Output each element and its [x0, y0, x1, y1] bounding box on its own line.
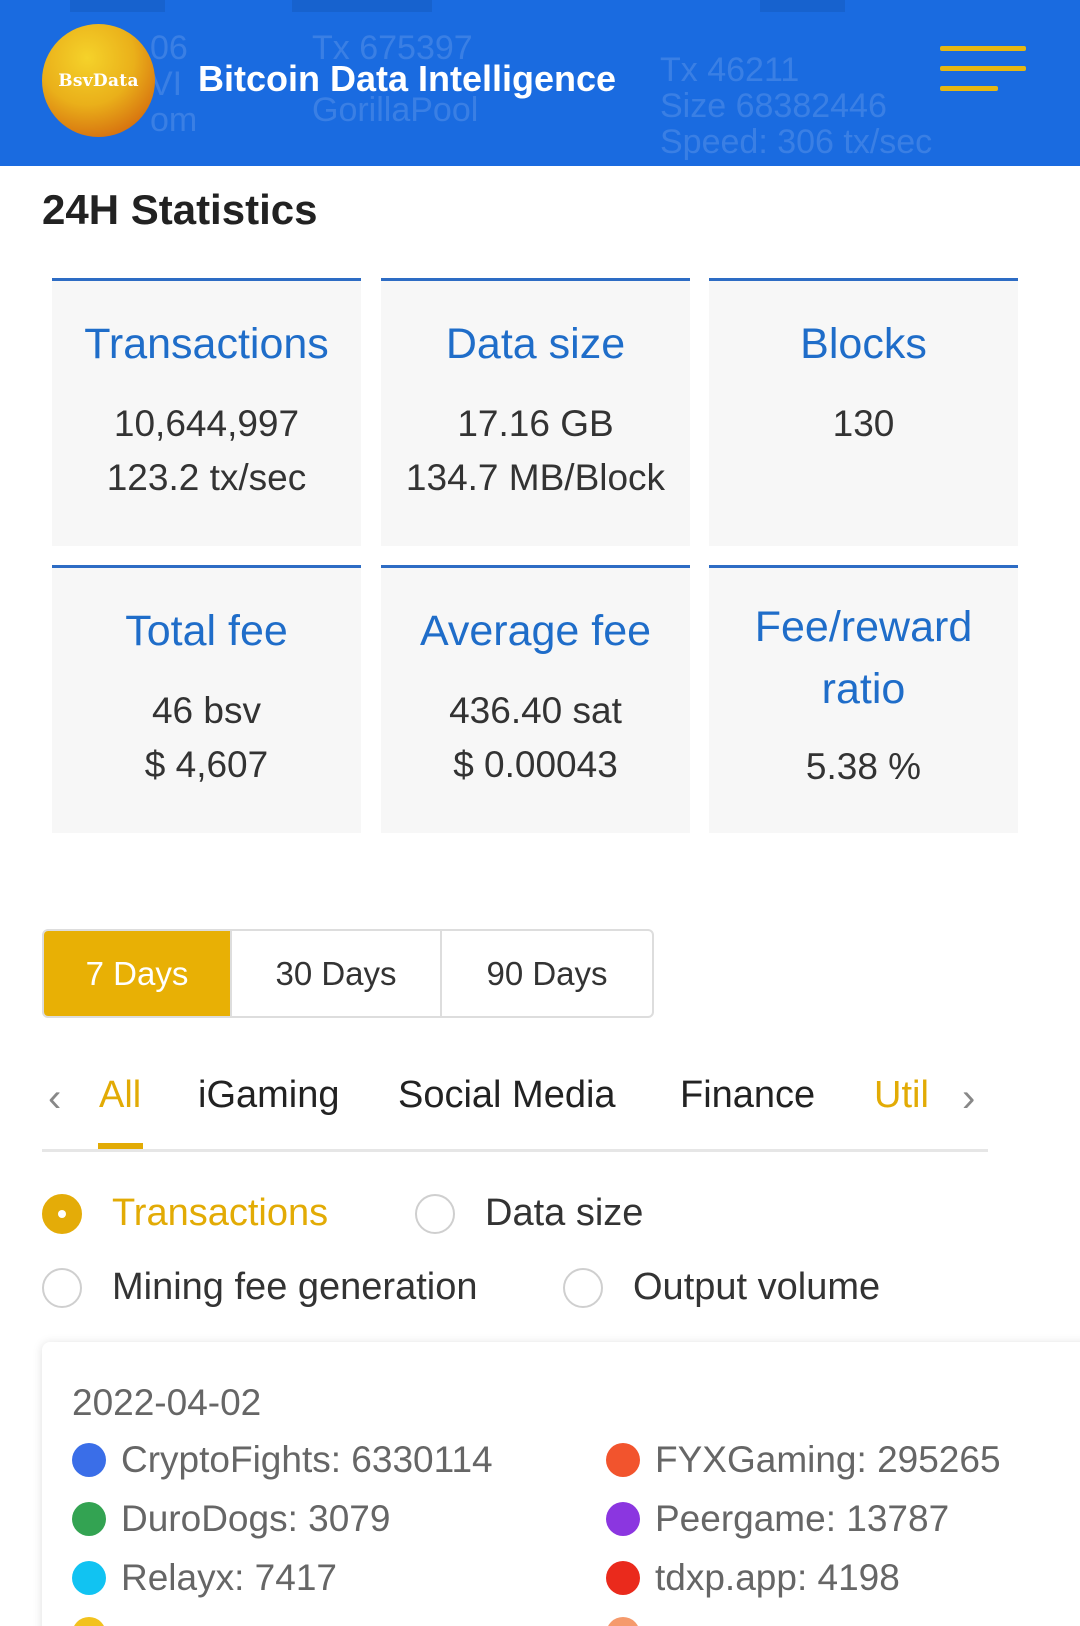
ticker-block-1: 06 VI om	[150, 30, 197, 138]
series-name: CryptoFights	[121, 1439, 331, 1480]
period-30-days-button[interactable]: 30 Days	[232, 931, 442, 1016]
hamburger-menu-icon[interactable]	[940, 44, 1026, 94]
tooltip-date: 2022-04-02	[72, 1382, 262, 1423]
series-value: 4198	[817, 1557, 900, 1598]
stat-card-fee-reward-ratio: Fee/reward ratio 5.38 %	[709, 565, 1018, 833]
period-90-days-button[interactable]: 90 Days	[442, 931, 652, 1016]
series-value: 295265	[877, 1439, 1001, 1480]
ticker-bar	[292, 0, 432, 12]
stat-label: Total fee	[125, 607, 288, 655]
stat-value: 46 bsv	[151, 690, 261, 731]
radio-label: Transactions	[112, 1192, 329, 1234]
ticker-block-3: Tx 46211 Size 68382446 Speed: 306 tx/sec	[660, 52, 932, 160]
ticker-line: VI	[150, 65, 183, 103]
stat-value: 5.38 %	[805, 746, 922, 787]
ticker-bar	[70, 0, 165, 12]
metric-radio-transactions[interactable]: Transactions	[42, 1192, 328, 1235]
radio-dot[interactable]	[42, 1193, 82, 1234]
tooltip-entry: tdxp.app: 4198	[606, 1557, 900, 1599]
ticker-bar	[760, 0, 845, 12]
radio-label: Mining fee generation	[112, 1266, 478, 1308]
chart-tooltip: 2022-04-02 CryptoFights: 6330114 FYXGami…	[42, 1342, 1080, 1626]
tab-igaming[interactable]: iGaming	[198, 1074, 340, 1117]
stat-label: Fee/reward ratio	[709, 596, 1018, 720]
radio-label: Output volume	[633, 1266, 881, 1308]
series-color-swatch	[72, 1617, 106, 1626]
ticker-line: om	[150, 101, 198, 139]
stat-card-average-fee: Average fee 436.40 sat $ 0.00043	[381, 565, 690, 833]
stat-value: $ 4,607	[144, 744, 269, 785]
tooltip-entry: Peergame: 13787	[606, 1498, 949, 1540]
series-name: tdxp.app	[655, 1557, 797, 1598]
series-color-swatch	[606, 1561, 640, 1595]
series-value: 7417	[254, 1557, 337, 1598]
series-color-swatch	[606, 1617, 640, 1626]
category-tabs: ‹ All iGaming Social Media Finance Util …	[42, 1066, 988, 1152]
chevron-left-icon[interactable]: ‹	[48, 1076, 61, 1121]
series-value: 13787	[846, 1498, 950, 1539]
stat-label: Transactions	[84, 320, 329, 368]
stat-value: 123.2 tx/sec	[106, 457, 307, 498]
series-value: 6330114	[351, 1439, 493, 1480]
ticker-line: Speed: 306 tx/sec	[660, 123, 933, 161]
metric-radio-output-volume[interactable]: Output volume	[563, 1266, 880, 1309]
stat-value: 130	[832, 403, 895, 444]
app-header: 06 VI om Tx 675397 GorillaPool Tx 46211 …	[0, 0, 1080, 166]
section-title: 24H Statistics	[42, 186, 318, 233]
stat-value: 436.40 sat	[449, 690, 622, 731]
radio-dot[interactable]	[415, 1193, 455, 1234]
series-name: FYXGaming	[655, 1439, 857, 1480]
tab-util[interactable]: Util	[874, 1074, 929, 1117]
chevron-right-icon[interactable]: ›	[962, 1076, 975, 1121]
stat-card-blocks: Blocks 130	[709, 278, 1018, 546]
series-color-swatch	[606, 1443, 640, 1477]
tooltip-entry: DuroDogs: 3079	[72, 1498, 390, 1540]
stat-value: $ 0.00043	[453, 744, 618, 785]
series-value: 3079	[308, 1498, 391, 1539]
logo-text: BsvData	[58, 70, 139, 91]
tab-finance[interactable]: Finance	[680, 1074, 815, 1117]
series-color-swatch	[72, 1502, 106, 1536]
bsvdata-logo[interactable]: BsvData	[42, 24, 155, 137]
radio-dot[interactable]	[563, 1267, 603, 1308]
period-selector: 7 Days 30 Days 90 Days	[42, 929, 654, 1018]
series-color-swatch	[606, 1502, 640, 1536]
metric-radio-data-size[interactable]: Data size	[415, 1192, 643, 1235]
stat-label: Blocks	[800, 320, 927, 368]
active-tab-indicator	[98, 1143, 143, 1149]
stat-card-total-fee: Total fee 46 bsv $ 4,607	[52, 565, 361, 833]
tab-all[interactable]: All	[99, 1074, 141, 1117]
stat-value: 134.7 MB/Block	[405, 457, 666, 498]
ticker-line: Tx 46211	[660, 51, 800, 89]
metric-radio-mining-fee[interactable]: Mining fee generation	[42, 1266, 477, 1309]
radio-label: Data size	[485, 1192, 644, 1234]
stat-card-transactions: Transactions 10,644,997 123.2 tx/sec	[52, 278, 361, 546]
series-name: Relayx	[121, 1557, 235, 1598]
stat-label: Average fee	[419, 607, 652, 655]
ticker-line: 06	[150, 29, 188, 67]
period-7-days-button[interactable]: 7 Days	[44, 931, 232, 1016]
tooltip-entry: CryptoFights: 6330114	[72, 1439, 493, 1481]
site-title[interactable]: Bitcoin Data Intelligence	[198, 58, 616, 100]
stat-label-line: ratio	[821, 665, 906, 713]
ticker-line: Size 68382446	[660, 87, 887, 125]
tooltip-entry: Relayx: 7417	[72, 1557, 337, 1599]
stat-value: 17.16 GB	[457, 403, 614, 444]
series-name: Peergame	[655, 1498, 826, 1539]
tab-social-media[interactable]: Social Media	[398, 1074, 616, 1117]
series-color-swatch	[72, 1443, 106, 1477]
stat-label: Data size	[445, 320, 626, 368]
stat-label-line: Fee/reward	[754, 603, 973, 651]
tooltip-entry: FYXGaming: 295265	[606, 1439, 1001, 1481]
series-name: DuroDogs	[121, 1498, 288, 1539]
stat-card-data-size: Data size 17.16 GB 134.7 MB/Block	[381, 278, 690, 546]
stat-value: 10,644,997	[113, 403, 300, 444]
radio-dot[interactable]	[42, 1267, 82, 1308]
series-color-swatch	[72, 1561, 106, 1595]
